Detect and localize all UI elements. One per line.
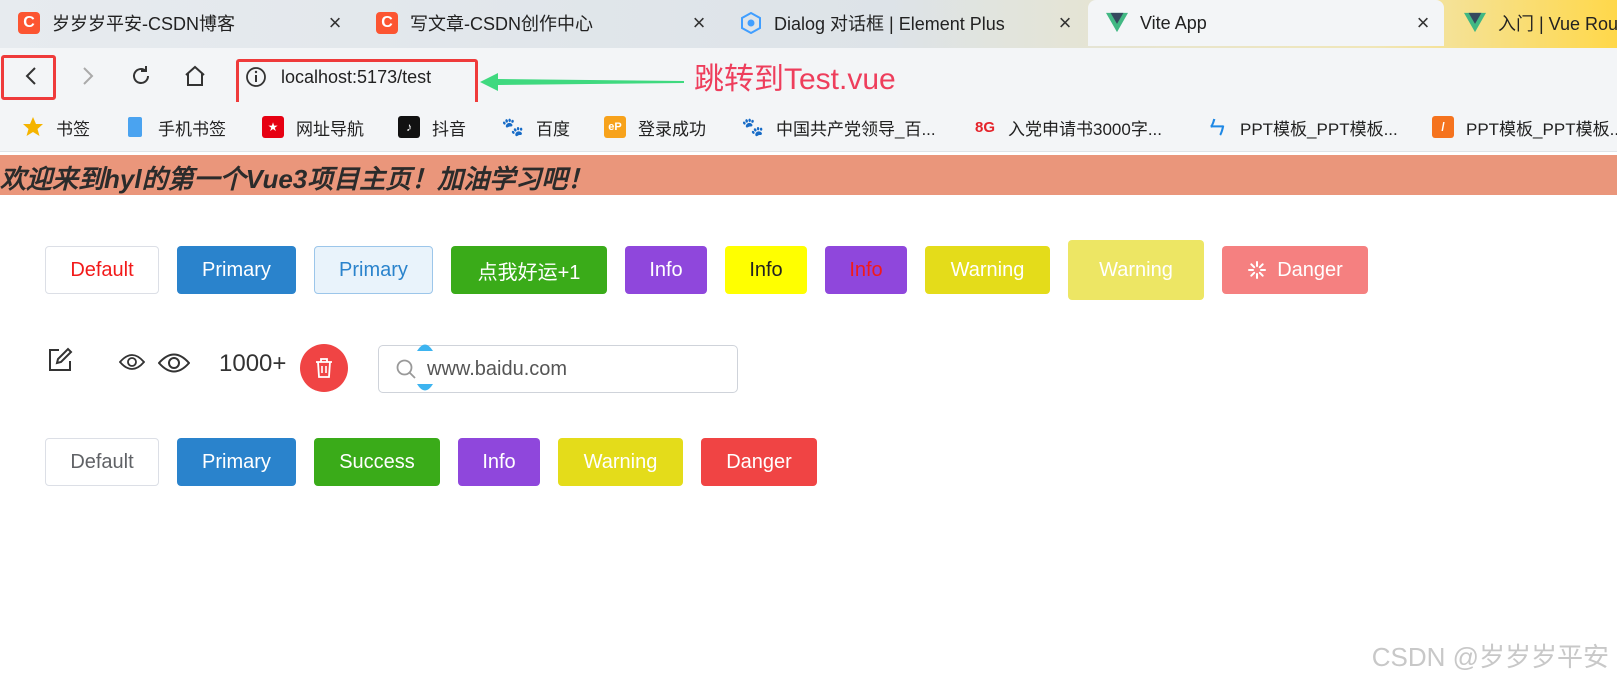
ep-icon: eP: [604, 116, 626, 138]
danger-button[interactable]: Danger: [701, 438, 817, 486]
nav-site-icon: ★: [262, 116, 284, 138]
close-icon[interactable]: ×: [1054, 12, 1076, 34]
loading-icon: [1248, 261, 1267, 279]
bookmark-item[interactable]: 书签: [22, 114, 90, 140]
tab-vite-app[interactable]: Vite App ×: [1088, 0, 1444, 46]
tab-csdn-blog[interactable]: C 岁岁岁平安-CSDN博客 ×: [0, 0, 356, 46]
info-button[interactable]: Info: [625, 246, 707, 294]
bookmark-label: 书签: [56, 119, 90, 139]
info-yellow-button[interactable]: Info: [725, 246, 807, 294]
banner-text: 欢迎来到hyl的第一个Vue3项目主页！加油学习吧！: [0, 164, 594, 194]
highlight-box-url: [236, 59, 478, 105]
bookmark-item[interactable]: / PPT模板_PPT模板...: [1432, 114, 1617, 140]
bookmark-item[interactable]: 8G 入党申请书3000字...: [974, 114, 1162, 140]
tiktok-icon: ♪: [398, 116, 420, 138]
bookmark-item[interactable]: 手机书签: [124, 114, 226, 140]
bookmark-item[interactable]: ★ 网址导航: [262, 114, 364, 140]
csdn-icon: C: [18, 12, 40, 34]
view-icon-large[interactable]: [158, 351, 190, 375]
bookmark-item[interactable]: ♪ 抖音: [398, 114, 466, 140]
warning-large-button[interactable]: Warning: [1068, 240, 1204, 300]
tab-vue-router[interactable]: 入门 | Vue Rout: [1446, 0, 1617, 46]
vue-icon: [1106, 12, 1128, 34]
bookmark-item[interactable]: ㄣ PPT模板_PPT模板...: [1206, 114, 1398, 140]
forward-arrow-icon: [83, 67, 94, 85]
default-button[interactable]: Default: [45, 246, 159, 294]
tab-element-plus[interactable]: Dialog 对话框 | Element Plus ×: [722, 0, 1086, 46]
forward-button[interactable]: [67, 56, 107, 96]
tab-title: 入门 | Vue Rout: [1498, 14, 1617, 34]
primary-button[interactable]: Primary: [177, 246, 296, 294]
primary-button-2[interactable]: Primary: [177, 438, 296, 486]
bookmark-label: 登录成功: [638, 119, 706, 139]
phone-icon: [124, 116, 146, 138]
bookmark-label: 百度: [536, 119, 570, 139]
csdn-icon: C: [376, 12, 398, 34]
default-button-2[interactable]: Default: [45, 438, 159, 486]
welcome-banner: 欢迎来到hyl的第一个Vue3项目主页！加油学习吧！: [0, 155, 1617, 195]
bookmark-item[interactable]: eP 登录成功: [604, 114, 706, 140]
star-icon: [22, 116, 44, 138]
bookmarks-bar: 书签 手机书签 ★ 网址导航 ♪ 抖音 🐾 百度 eP 登录成功 🐾 中国共产党…: [0, 102, 1617, 152]
search-value: www.baidu.com: [427, 357, 568, 380]
trash-icon: [316, 358, 332, 378]
home-icon: [185, 65, 205, 86]
warning-button-2[interactable]: Warning: [558, 438, 683, 486]
text-cursor-top-icon: [417, 344, 433, 351]
element-plus-icon: [740, 12, 762, 34]
search-icon: [396, 359, 416, 379]
annotation-text: 跳转到Test.vue: [694, 63, 896, 96]
close-icon[interactable]: ×: [688, 12, 710, 34]
bookmark-item[interactable]: 🐾 中国共产党领导_百...: [742, 114, 936, 140]
ppt-icon: ㄣ: [1208, 118, 1226, 138]
badge-count: 1000+: [219, 350, 287, 377]
danger-loading-button[interactable]: Danger: [1222, 246, 1368, 294]
arrow-annotation-icon: [480, 73, 684, 91]
tab-title: 岁岁岁平安-CSDN博客: [52, 14, 235, 34]
info-red-text-button[interactable]: Info: [825, 246, 907, 294]
bookmark-label: PPT模板_PPT模板...: [1240, 119, 1398, 139]
reload-button[interactable]: [121, 56, 161, 96]
bookmark-item[interactable]: 🐾 百度: [502, 114, 570, 140]
tab-strip: C 岁岁岁平安-CSDN博客 × C 写文章-CSDN创作中心 × Dialog…: [0, 0, 1617, 48]
bookmark-label: 手机书签: [158, 119, 226, 139]
close-icon[interactable]: ×: [324, 12, 346, 34]
tab-title: Dialog 对话框 | Element Plus: [774, 14, 1005, 34]
bookmark-label: 网址导航: [296, 119, 364, 139]
watermark: CSDN @岁岁岁平安: [1371, 642, 1609, 672]
warning-button[interactable]: Warning: [925, 246, 1050, 294]
8g-icon: 8G: [974, 118, 995, 136]
home-button[interactable]: [175, 56, 215, 96]
edit-icon[interactable]: [46, 346, 74, 374]
tab-csdn-write[interactable]: C 写文章-CSDN创作中心 ×: [358, 0, 720, 46]
tab-title: 写文章-CSDN创作中心: [410, 14, 593, 34]
view-icon-small[interactable]: [119, 352, 145, 372]
baidu-icon: 🐾: [741, 116, 765, 137]
close-icon[interactable]: ×: [1412, 12, 1434, 34]
success-button[interactable]: Success: [314, 438, 440, 486]
reload-icon: [133, 66, 149, 84]
bookmark-label: 入党申请书3000字...: [1008, 119, 1162, 139]
lucky-button[interactable]: 点我好运+1: [451, 246, 607, 294]
bookmark-label: 抖音: [432, 119, 466, 139]
delete-button[interactable]: [300, 344, 348, 392]
info-button-2[interactable]: Info: [458, 438, 540, 486]
baidu-icon: 🐾: [501, 116, 525, 137]
vue-icon: [1464, 12, 1486, 34]
highlight-box-back: [1, 55, 56, 100]
ppt-orange-icon: /: [1432, 116, 1454, 138]
danger-label: Danger: [1277, 258, 1343, 281]
bookmark-label: PPT模板_PPT模板...: [1466, 119, 1617, 139]
tab-title: Vite App: [1140, 12, 1207, 33]
bookmark-label: 中国共产党领导_百...: [776, 119, 936, 139]
browser-toolbar: localhost:5173/test 跳转到Test.vue: [0, 48, 1617, 105]
text-cursor-bottom-icon: [417, 384, 433, 391]
primary-plain-button[interactable]: Primary: [314, 246, 433, 294]
